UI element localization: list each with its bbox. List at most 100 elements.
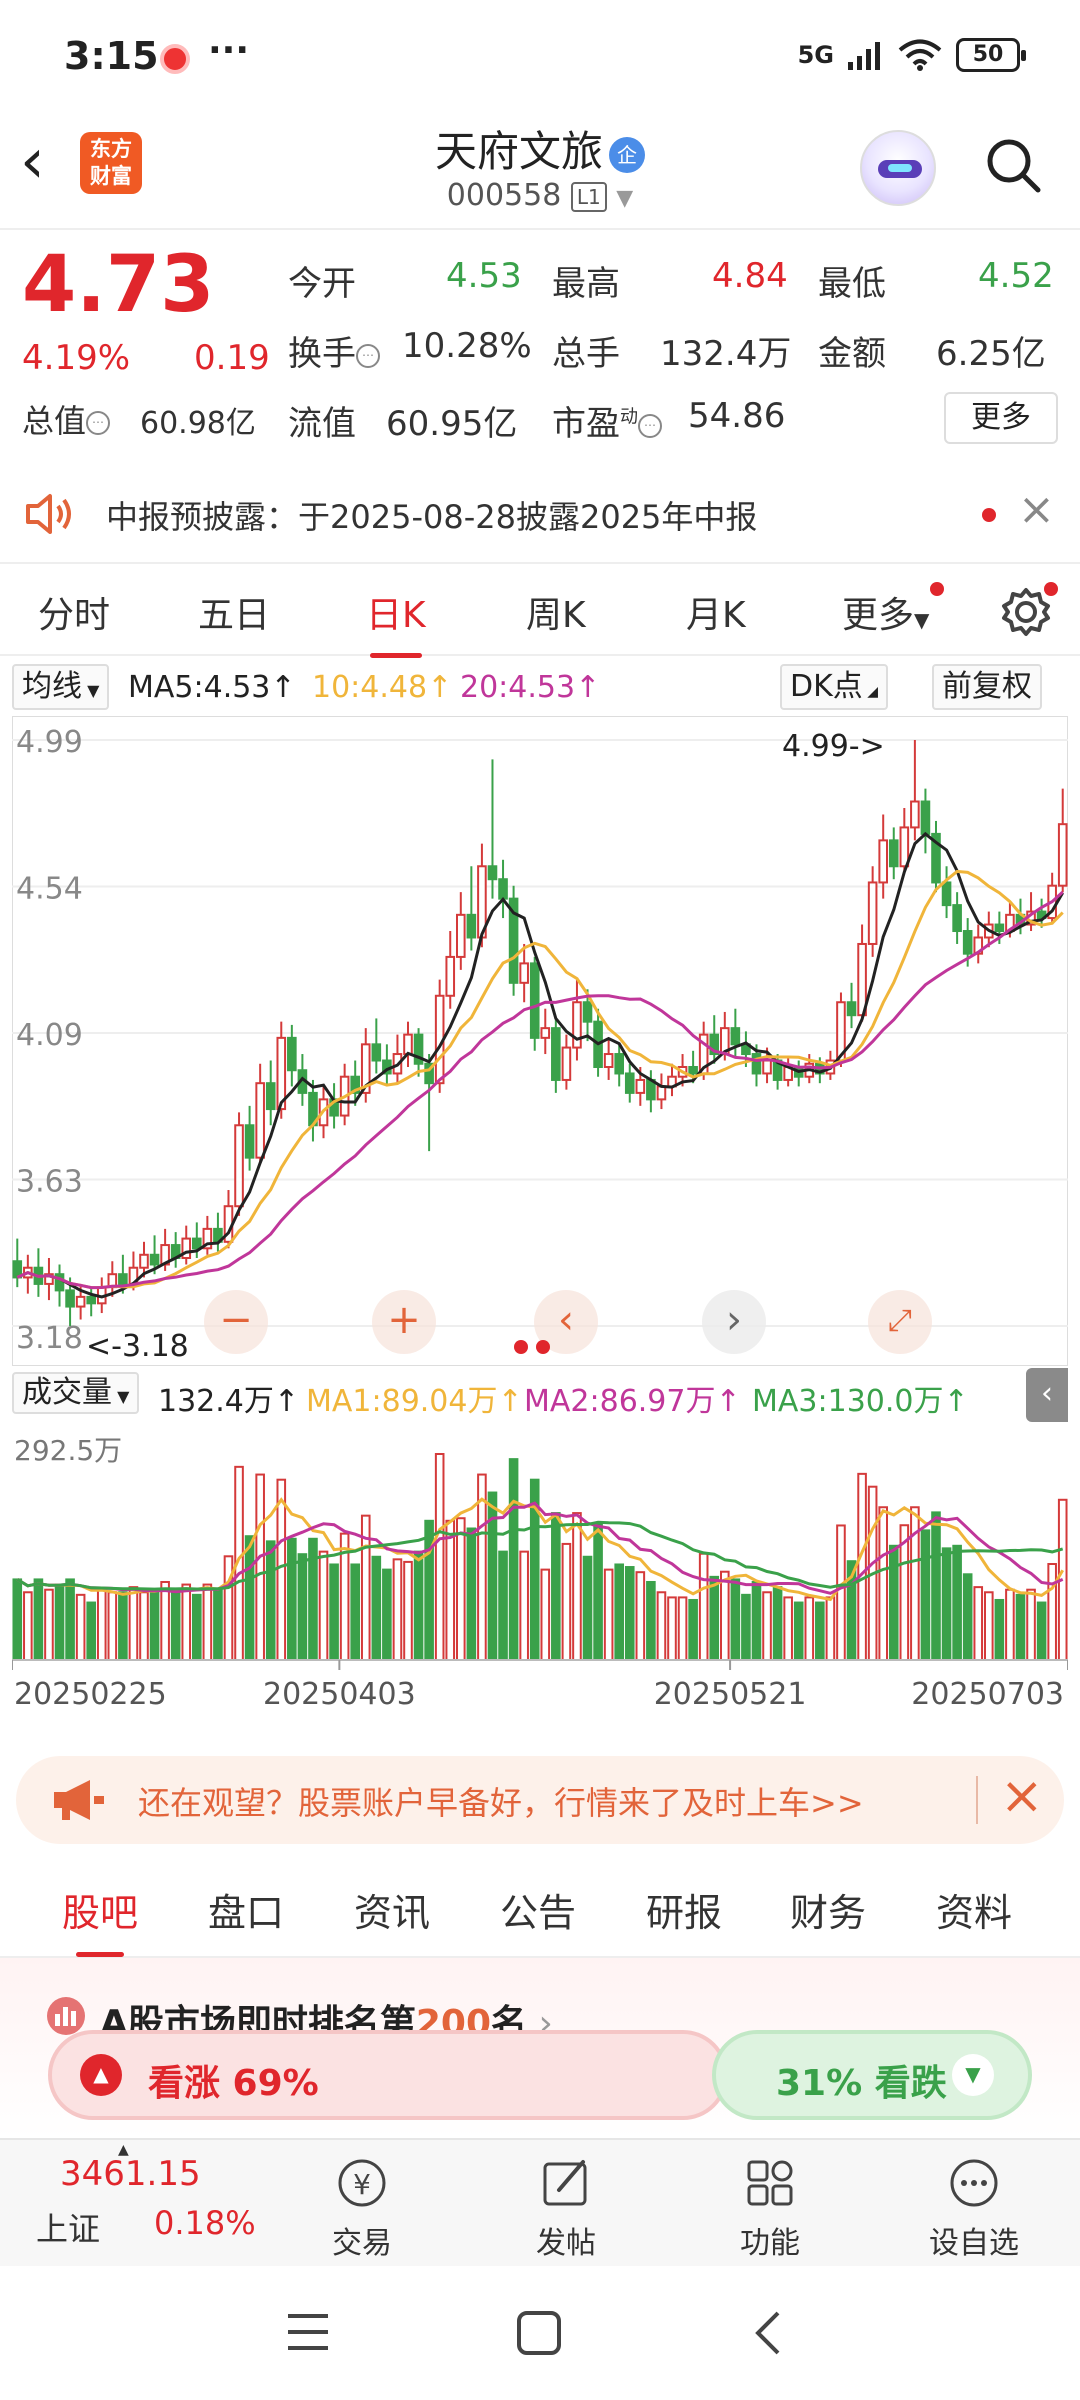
info-icon: ⋯ <box>356 343 380 368</box>
trade-button[interactable]: ¥ 交易 <box>282 2156 442 2262</box>
tab-news[interactable]: 资讯 <box>354 1882 430 1937</box>
index-value[interactable]: 3461.15 <box>60 2154 201 2194</box>
menu-icon[interactable] <box>286 2312 330 2352</box>
bullish-vote-button[interactable]: ▲ 看涨 69% <box>48 2030 728 2120</box>
account-promo-banner[interactable]: 还在观望？股票账户早备好，行情来了及时上车>> × <box>16 1756 1064 1844</box>
more-dots-icon <box>950 2159 998 2207</box>
screen-record-icon <box>160 44 190 74</box>
index-up-icon: ▲ <box>118 2142 129 2158</box>
volume-bar <box>455 1517 466 1662</box>
bearish-label: 31% 看跌 <box>776 2063 947 2104</box>
tab-daily-k[interactable]: 日K <box>366 586 426 658</box>
bullish-label: 看涨 69% <box>148 2063 319 2104</box>
volume-bar <box>836 1524 846 1661</box>
volume-bar <box>287 1537 297 1661</box>
volume-bar <box>202 1583 213 1661</box>
volume-chart[interactable]: 292.5万 20250225 20250403 20250521 20250703 <box>12 1424 1068 1740</box>
volume-bar <box>730 1578 741 1661</box>
volume-bar <box>719 1570 730 1661</box>
volume-bar <box>1005 1588 1015 1661</box>
candle-body <box>75 1295 86 1308</box>
add-watchlist-button[interactable]: 设自选 <box>894 2156 1054 2262</box>
candle-body <box>762 1059 772 1075</box>
tab-weekly-k[interactable]: 周K <box>526 586 586 638</box>
volume-bar <box>952 1544 962 1661</box>
dk-point-toggle[interactable]: DK点 ◢ <box>780 664 888 710</box>
volume-bar <box>1047 1563 1057 1661</box>
high-label: 最高 <box>552 264 620 304</box>
settings-gear-icon[interactable] <box>1000 586 1052 638</box>
volume-bar <box>646 1580 656 1662</box>
date-tick-label: 20250703 <box>911 1677 1064 1712</box>
volume-bar <box>96 1588 107 1661</box>
zoom-out-button[interactable]: − <box>204 1290 268 1354</box>
high-value: 4.84 <box>712 256 788 296</box>
volume-bar <box>54 1583 65 1661</box>
bearish-vote-button[interactable]: 31% 看跌 ▼ <box>712 2030 1032 2120</box>
tab-intraday[interactable]: 分时 <box>38 586 110 638</box>
volume-bar <box>698 1552 709 1662</box>
volume-bar <box>118 1591 128 1662</box>
post-button[interactable]: 发帖 <box>486 2156 646 2262</box>
period-tabs: 分时 五日 日K 周K 月K 更多▼ <box>0 562 1080 658</box>
volume-bar <box>983 1591 994 1662</box>
stock-header: ‹ 东方 财富 天府文旅企 000558 L1 ▼ <box>0 110 1080 230</box>
volume-bar <box>931 1511 941 1661</box>
candle-body <box>455 913 466 958</box>
vol-ma1-value: MA1:89.04万↑ <box>306 1384 523 1419</box>
volume-bar <box>751 1580 762 1662</box>
speaker-icon <box>26 494 71 534</box>
settings-red-dot <box>1044 582 1058 596</box>
tab-profile[interactable]: 资料 <box>936 1882 1012 1937</box>
volume-bar <box>540 1568 551 1661</box>
volume-bar <box>191 1593 202 1661</box>
close-icon[interactable]: × <box>1018 484 1055 535</box>
volume-bar <box>445 1519 456 1661</box>
tab-financials[interactable]: 财务 <box>790 1882 866 1937</box>
system-nav-bar <box>0 2266 1080 2400</box>
zoom-in-button[interactable]: + <box>372 1290 436 1354</box>
close-icon[interactable]: × <box>1000 1766 1044 1826</box>
scroll-right-button[interactable]: › <box>702 1290 766 1354</box>
low-value: 4.52 <box>978 256 1054 296</box>
page-dot <box>536 1340 550 1354</box>
candlestick-chart[interactable]: 4.99 4.54 4.09 3.63 3.18 4.99-> <-3.18 <box>12 716 1068 1366</box>
enterprise-badge: 企 <box>609 136 645 173</box>
candle-body <box>529 962 540 1039</box>
turnover-label[interactable]: 换手 ⋯ <box>288 326 380 375</box>
home-icon[interactable] <box>516 2310 562 2356</box>
tab-five-day[interactable]: 五日 <box>198 586 270 638</box>
back-icon[interactable] <box>752 2310 782 2356</box>
down-arrow-icon: ▼ <box>952 2054 994 2096</box>
tab-forum[interactable]: 股吧 <box>62 1882 138 1957</box>
ma-selector[interactable]: 均线 ▼ <box>12 664 110 710</box>
fullscreen-icon[interactable]: ⤢ <box>868 1290 932 1354</box>
ma10-value: 10:4.48↑ <box>312 670 453 705</box>
volume-bar <box>920 1529 931 1662</box>
volume-bar <box>551 1512 561 1662</box>
volume-bar <box>33 1578 44 1661</box>
adjust-selector[interactable]: 前复权 <box>932 664 1042 710</box>
pe-label[interactable]: 市盈动 ⋯ <box>552 396 662 445</box>
tab-monthly-k[interactable]: 月K <box>686 586 746 638</box>
volume-bar <box>888 1544 899 1661</box>
promo-divider <box>976 1776 978 1824</box>
volume-selector[interactable]: 成交量 ▼ <box>12 1372 140 1414</box>
robot-assistant-icon[interactable] <box>860 130 936 206</box>
earnings-notice[interactable]: 中报预披露：于2025-08-28披露2025年中报 × <box>0 470 1080 556</box>
candle-body <box>234 1124 244 1208</box>
volume-bar <box>582 1555 593 1661</box>
mktcap-label[interactable]: 总值 ⋯ <box>22 396 111 442</box>
tab-announcements[interactable]: 公告 <box>500 1882 576 1937</box>
tab-more[interactable]: 更多▼ <box>842 586 929 638</box>
volume-bar <box>1036 1601 1047 1662</box>
more-quote-button[interactable]: 更多 <box>944 392 1058 444</box>
volume-bar <box>878 1506 889 1662</box>
tab-research[interactable]: 研报 <box>646 1882 722 1937</box>
volume-bar <box>603 1568 614 1661</box>
search-icon[interactable] <box>984 136 1042 194</box>
side-panel-toggle[interactable]: ‹ <box>1026 1368 1068 1422</box>
tab-orderbook[interactable]: 盘口 <box>208 1882 284 1937</box>
functions-button[interactable]: 功能 <box>690 2156 850 2262</box>
candle-body <box>265 1082 276 1111</box>
